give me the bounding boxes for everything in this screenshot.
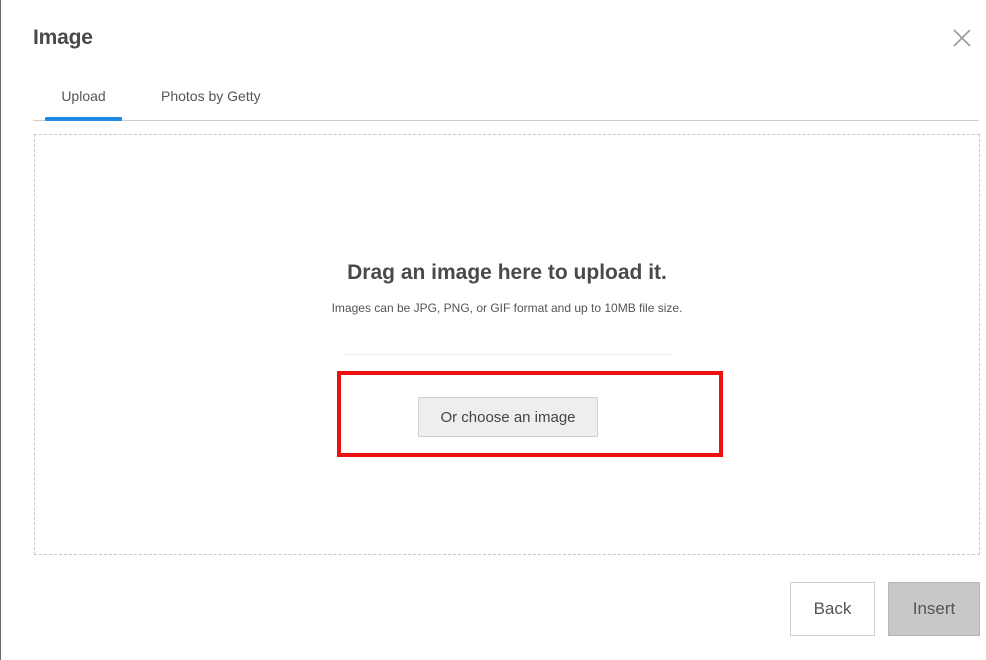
tab-photos-by-getty[interactable]: Photos by Getty — [161, 88, 261, 120]
insert-button[interactable]: Insert — [888, 582, 980, 636]
choose-image-button[interactable]: Or choose an image — [418, 397, 598, 437]
tab-upload[interactable]: Upload — [45, 88, 122, 121]
close-icon[interactable] — [952, 28, 972, 48]
dropzone-heading: Drag an image here to upload it. — [347, 261, 667, 284]
back-button[interactable]: Back — [790, 582, 875, 636]
dropzone-divider — [343, 354, 671, 355]
dropzone-subtext: Images can be JPG, PNG, or GIF format an… — [331, 301, 683, 315]
tab-bar: Upload Photos by Getty — [33, 80, 979, 121]
dialog-title: Image — [33, 26, 93, 49]
image-dialog: Image Upload Photos by Getty Drag an ima… — [0, 0, 986, 660]
upload-dropzone[interactable]: Drag an image here to upload it. Images … — [34, 134, 980, 555]
